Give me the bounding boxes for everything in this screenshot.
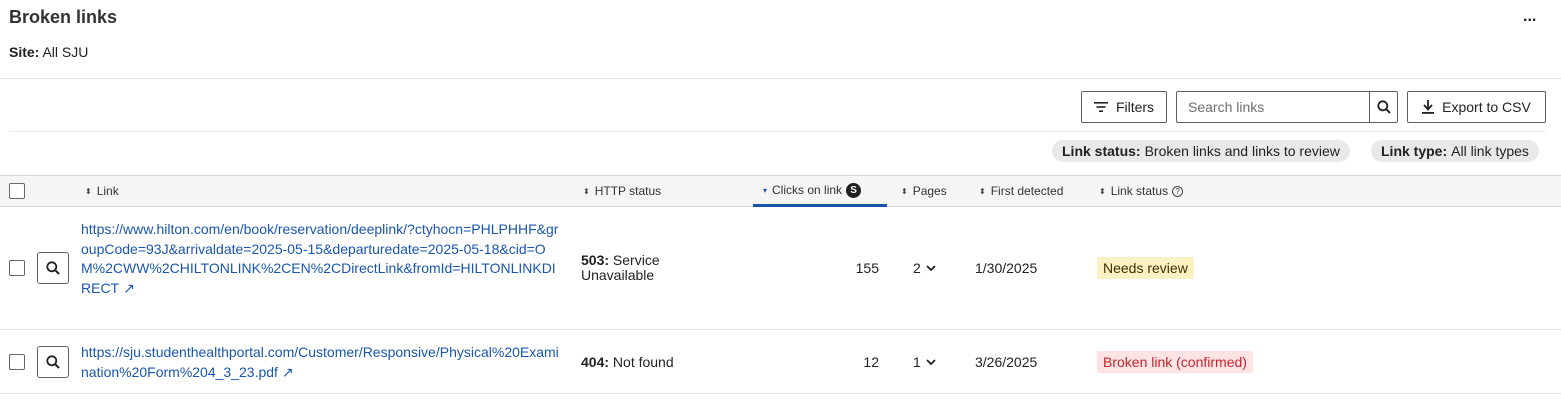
export-csv-button[interactable]: Export to CSV (1407, 91, 1546, 123)
chip-label: Link type: (1381, 143, 1448, 159)
row-checkbox[interactable] (9, 260, 25, 276)
column-header-pages[interactable]: ⬍ Pages (901, 176, 947, 206)
filter-icon (1093, 102, 1108, 112)
search-input[interactable] (1177, 92, 1369, 122)
column-label: HTTP status (594, 184, 662, 198)
link-url[interactable]: https://sju.studenthealthportal.com/Cust… (81, 343, 565, 382)
divider (0, 393, 1561, 394)
first-detected: 3/26/2025 (975, 354, 1038, 370)
search-icon (46, 261, 60, 275)
sort-icon: ⬍ (979, 186, 986, 196)
status-badge: Needs review (1097, 257, 1194, 279)
search-icon (1376, 100, 1391, 114)
inspect-button[interactable] (37, 252, 69, 284)
sort-icon: ⬍ (85, 186, 92, 196)
column-header-link-status[interactable]: ⬍ Link status ? (1099, 176, 1184, 206)
pages-dropdown[interactable]: 2 (913, 260, 936, 276)
chip-label: Link status: (1062, 143, 1141, 159)
filters-button[interactable]: Filters (1081, 91, 1167, 123)
link-url-text: https://www.hilton.com/en/book/reservati… (81, 221, 559, 296)
more-options-icon[interactable]: ... (1523, 8, 1536, 26)
column-header-first-detected[interactable]: ⬍ First detected (979, 176, 1063, 206)
column-label: Clicks on link (772, 183, 843, 197)
site-value: All SJU (42, 44, 89, 60)
status-code: 404: (581, 354, 610, 370)
column-label: Link (96, 184, 119, 198)
page-title: Broken links (9, 7, 118, 27)
chip-link-type[interactable]: Link type: All link types (1371, 140, 1539, 162)
site-info: Site: All SJU (9, 44, 88, 60)
select-all-checkbox[interactable] (9, 183, 25, 199)
chevron-down-icon (926, 264, 936, 271)
pages-dropdown[interactable]: 1 (913, 354, 936, 370)
column-label: First detected (990, 184, 1064, 198)
column-header-http-status[interactable]: ⬍ HTTP status (583, 176, 661, 206)
clicks-value: 12 (863, 354, 879, 370)
inspect-button[interactable] (37, 346, 69, 378)
sort-icon: ⬍ (583, 186, 590, 196)
search-box (1176, 91, 1398, 123)
link-url[interactable]: https://www.hilton.com/en/book/reservati… (81, 220, 565, 298)
filters-label: Filters (1115, 99, 1155, 115)
first-detected: 1/30/2025 (975, 260, 1038, 276)
sort-icon: ⬍ (901, 186, 908, 196)
search-icon (46, 355, 60, 369)
column-header-link[interactable]: ⬍ Link (85, 176, 119, 206)
clicks-value: 155 (855, 260, 879, 276)
column-label: Pages (912, 184, 947, 198)
export-label: Export to CSV (1442, 99, 1531, 115)
sort-icon: ⬍ (1099, 186, 1106, 196)
source-badge-icon: S (846, 182, 862, 198)
status-badge: Broken link (confirmed) (1097, 351, 1253, 373)
link-url-text: https://sju.studenthealthportal.com/Cust… (81, 344, 559, 380)
search-button[interactable] (1369, 92, 1397, 122)
divider (0, 78, 1561, 79)
pages-value: 1 (913, 354, 921, 370)
chip-value: All link types (1451, 143, 1529, 159)
status-text: Not found (612, 354, 674, 370)
site-label: Site: (9, 44, 40, 60)
external-link-icon: ↗ (123, 279, 135, 296)
pages-value: 2 (913, 260, 921, 276)
status-code: 503: (581, 252, 610, 268)
http-status: 503: Service Unavailable (581, 253, 701, 283)
help-icon[interactable]: ? (1172, 185, 1184, 197)
external-link-icon: ↗ (281, 363, 294, 380)
column-label: Link status (1110, 184, 1169, 198)
sort-desc-icon: ▾ (763, 185, 768, 195)
chip-value: Broken links and links to review (1144, 143, 1340, 159)
chevron-down-icon (926, 358, 936, 365)
row-checkbox[interactable] (9, 354, 25, 370)
table-header: ⬍ Link ⬍ HTTP status ▾ Clicks on link S … (0, 175, 1561, 207)
http-status: 404: Not found (581, 354, 674, 370)
chip-link-status[interactable]: Link status: Broken links and links to r… (1052, 140, 1350, 162)
divider (0, 329, 1561, 330)
divider (9, 131, 1546, 132)
column-header-clicks[interactable]: ▾ Clicks on link S (753, 176, 887, 207)
download-icon (1422, 100, 1435, 114)
